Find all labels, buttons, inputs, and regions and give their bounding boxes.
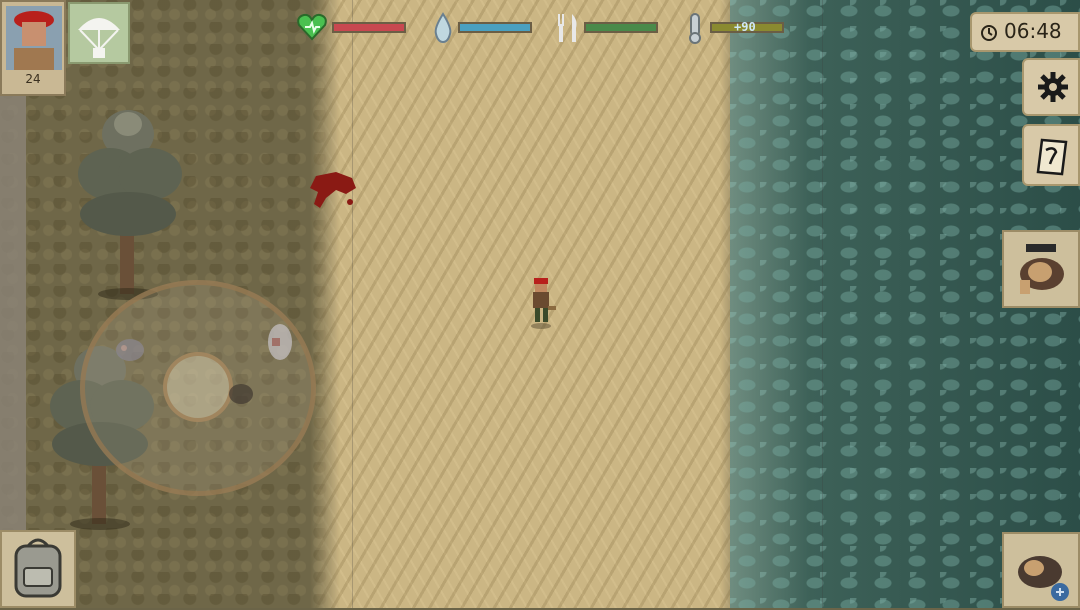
player-character (531, 278, 556, 329)
fork-knife-icon (558, 14, 577, 42)
map-gridline (822, 0, 823, 608)
player-level: 24 (25, 72, 41, 86)
joystick-knob[interactable] (163, 352, 233, 422)
backpack-icon (14, 538, 62, 598)
companion-command-slot[interactable] (1002, 532, 1080, 608)
game-clock: 06:48 (970, 12, 1080, 52)
clock-icon (981, 25, 997, 41)
dog-companion-icon (1020, 244, 1064, 294)
thermometer-icon (689, 13, 701, 44)
blood-splatter (310, 172, 356, 208)
pine-tree (78, 110, 182, 300)
ghost-debris-icon (229, 384, 253, 404)
water-drop-icon (434, 12, 452, 44)
gear-icon (1038, 72, 1068, 102)
settings-button[interactable] (1022, 58, 1080, 116)
avatar (6, 6, 62, 70)
inventory-button[interactable] (0, 530, 76, 608)
companion-slot[interactable] (1002, 230, 1080, 308)
temperature-value: +90 (734, 20, 756, 34)
map-gridline (352, 0, 353, 608)
dog-command-icon (1018, 556, 1069, 601)
quests-button[interactable] (1022, 124, 1080, 186)
character-portrait[interactable]: 24 (0, 0, 66, 96)
health-bar (332, 22, 406, 33)
airdrop-button[interactable] (68, 2, 130, 64)
clock-time: 06:48 (1004, 19, 1062, 43)
heart-icon (297, 13, 327, 41)
ghost-creature-icon (116, 339, 144, 361)
thirst-bar (458, 22, 532, 33)
notepad-icon (1036, 138, 1068, 176)
parachute-icon (78, 18, 120, 58)
hunger-bar (584, 22, 658, 33)
ghost-animal-icon (268, 324, 292, 360)
